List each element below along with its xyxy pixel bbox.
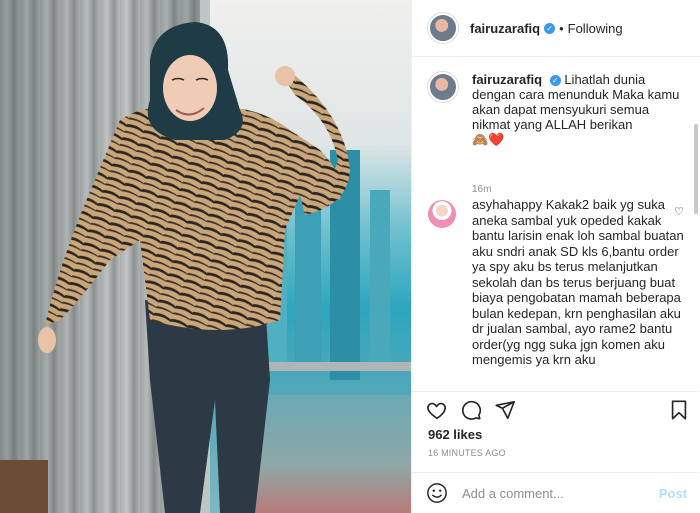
author-avatar[interactable] (428, 13, 458, 43)
likes-count[interactable]: 962 likes (428, 427, 482, 442)
post-comment-button[interactable]: Post (659, 486, 687, 501)
add-comment-input[interactable] (462, 483, 652, 503)
post-caption: fairuzarafiq ✓ Lihatlah dunia dengan car… (428, 72, 690, 195)
following-button[interactable]: Following (568, 21, 623, 36)
post-header: fairuzarafiq ✓ • Following (412, 0, 700, 57)
commenter-username[interactable]: asyhahappy (472, 197, 542, 212)
comment-item: asyhahappy Kakak2 baik yg suka aneka sam… (428, 197, 684, 368)
heart-icon[interactable] (426, 399, 448, 421)
header-separator: • (559, 20, 564, 36)
comment-like-heart-icon[interactable]: ♡ (674, 205, 684, 218)
comment-icon[interactable] (460, 399, 482, 421)
comments-scrollbar[interactable] (694, 124, 698, 214)
paper-plane-icon[interactable] (494, 399, 516, 421)
caption-author-avatar[interactable] (428, 72, 458, 102)
post-photo[interactable] (0, 0, 411, 513)
post-timestamp[interactable]: 16 MINUTES AGO (428, 448, 506, 458)
commenter-avatar[interactable] (428, 200, 456, 228)
verified-badge-icon: ✓ (544, 22, 556, 34)
caption-time[interactable]: 16m (472, 184, 491, 195)
caption-username[interactable]: fairuzarafiq (472, 72, 542, 87)
author-username[interactable]: fairuzarafiq (470, 21, 540, 36)
smiley-icon[interactable] (426, 482, 448, 504)
action-bar (412, 391, 699, 423)
comments-section[interactable]: fairuzarafiq ✓ Lihatlah dunia dengan car… (412, 58, 699, 390)
caption-emoji: 🙈❤️ (472, 132, 505, 147)
bookmark-icon[interactable] (668, 399, 690, 421)
caption-verified-badge-icon: ✓ (549, 75, 561, 86)
post-sidebar: fairuzarafiq ✓ • Following fairuzarafiq … (411, 0, 700, 513)
person-figure (0, 22, 350, 513)
comment-text: Kakak2 baik yg suka aneka sambal yuk оре… (472, 197, 684, 367)
comment-composer: Post (412, 472, 699, 513)
